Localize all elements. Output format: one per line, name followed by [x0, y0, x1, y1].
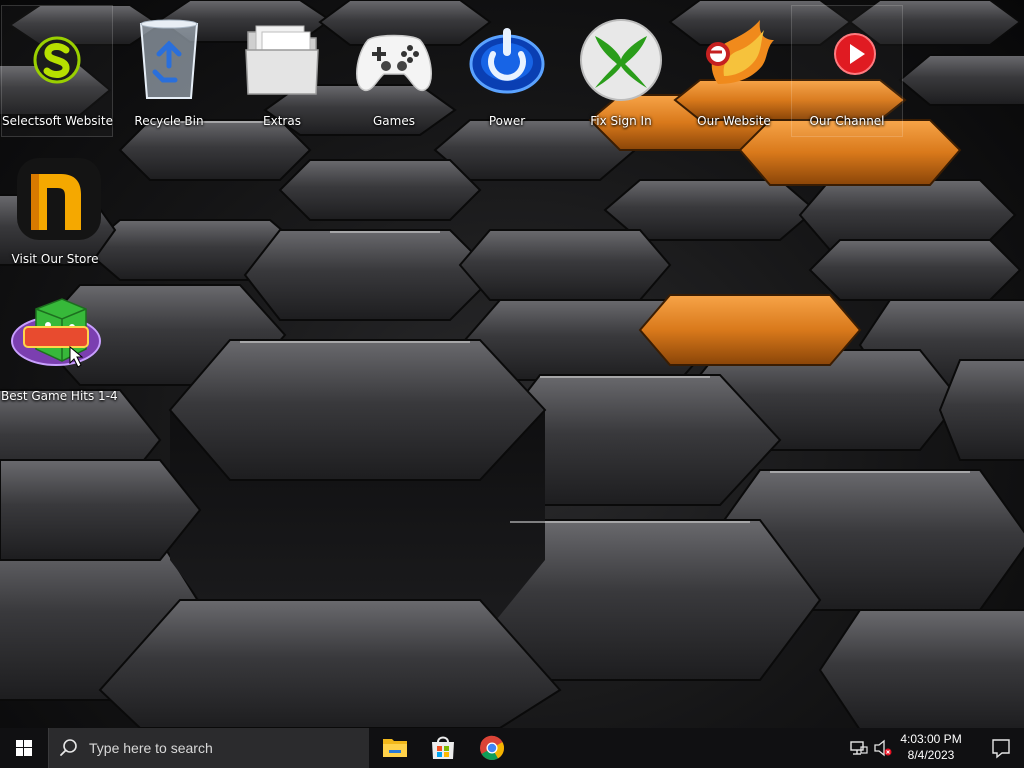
taskbar-app-chrome[interactable] — [468, 728, 516, 768]
phoenix-icon — [688, 14, 780, 106]
taskbar: Type here to search 4:03:00 PM 8/4/2023 — [0, 728, 1024, 768]
selectsoft-logo-icon — [11, 14, 103, 106]
game-dice-icon — [10, 289, 102, 381]
desktop-icon-label: Our Channel — [809, 114, 885, 128]
clock-time: 4:03:00 PM — [900, 732, 962, 746]
desktop-icon-label: Best Game Hits 1-4 — [1, 389, 118, 403]
microsoft-store-icon — [432, 736, 454, 759]
action-center-button[interactable] — [978, 728, 1024, 768]
windows-logo-icon — [16, 740, 32, 756]
taskbar-search-box[interactable]: Type here to search — [48, 728, 369, 768]
chrome-icon — [480, 735, 505, 761]
desktop-icon-label: Recycle Bin — [134, 114, 204, 128]
desktop-icon-label: Games — [373, 114, 415, 128]
taskbar-clock[interactable]: 4:03:00 PM 8/4/2023 — [890, 731, 972, 765]
desktop-icon-fix-sign-in[interactable]: Fix Sign In — [566, 6, 676, 136]
desktop-icon-power[interactable]: Power — [452, 6, 562, 136]
start-button[interactable] — [0, 728, 48, 768]
clock-date: 8/4/2023 — [907, 748, 955, 762]
notification-icon — [992, 739, 1010, 759]
desktop-icon-label: Our Website — [697, 114, 771, 128]
desktop-icon-extras[interactable]: Extras — [227, 6, 337, 136]
search-icon — [59, 738, 79, 758]
desktop-icon-our-channel[interactable]: Our Channel — [791, 5, 903, 137]
desktop-icon-recycle-bin[interactable]: Recycle Bin — [114, 6, 224, 136]
desktop-icon-visit-our-store[interactable]: Visit Our Store — [0, 144, 110, 274]
desktop-icon-best-game-hits[interactable]: Best Game Hits 1-4 — [1, 281, 118, 411]
desktop-icon-our-website[interactable]: Our Website — [679, 6, 789, 136]
game-controller-icon — [348, 14, 440, 106]
power-icon — [461, 14, 553, 106]
recycle-bin-icon — [123, 14, 215, 106]
taskbar-app-file-explorer[interactable] — [371, 728, 419, 768]
network-icon[interactable] — [849, 738, 869, 758]
play-button-icon — [801, 14, 893, 106]
taskbar-app-microsoft-store[interactable] — [419, 728, 467, 768]
desktop-icon-selectsoft-website[interactable]: Selectsoft Website — [1, 5, 113, 137]
desktop-icon-label: Extras — [263, 114, 301, 128]
desktop-icon-label: Fix Sign In — [590, 114, 652, 128]
desktop-icon-label: Selectsoft Website — [2, 114, 113, 128]
desktop-icon-games[interactable]: Games — [339, 6, 449, 136]
file-explorer-icon — [383, 739, 407, 757]
search-placeholder: Type here to search — [89, 740, 213, 756]
xbox-icon — [575, 14, 667, 106]
folder-icon — [236, 14, 328, 106]
store-n-logo-icon — [9, 152, 101, 244]
desktop-icon-label: Power — [488, 114, 526, 128]
desktop-icon-label: Visit Our Store — [11, 252, 99, 266]
